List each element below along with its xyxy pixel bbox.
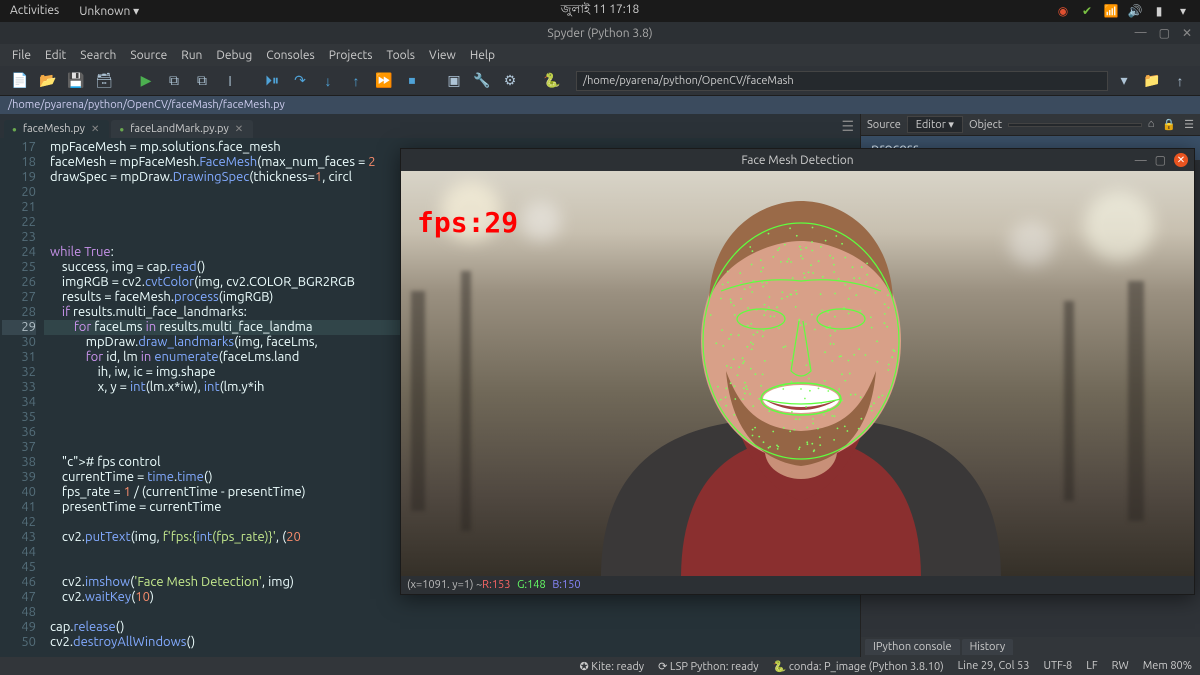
run-button[interactable]: ▶ [134,69,158,93]
clock[interactable]: জুলাই 11 17:18 [561,1,639,21]
step-into-button[interactable]: ↓ [316,69,340,93]
source-label: Source [867,119,901,131]
fps-overlay-text: fps:29 [417,206,518,239]
browse-dir-button[interactable]: 📁 [1140,69,1164,93]
cv-maximize-button[interactable]: ▢ [1155,153,1166,167]
system-menu-icon[interactable]: ▾ [1176,4,1190,18]
breadcrumb[interactable]: /home/pyarena/python/OpenCV/faceMash/fac… [0,96,1200,114]
step-over-button[interactable]: ↷ [288,69,312,93]
menu-search[interactable]: Search [74,47,122,64]
opencv-image: fps:29 [401,171,1194,576]
cv-close-button[interactable]: ✕ [1174,153,1188,167]
source-combo[interactable]: Editor ▾ [907,116,963,133]
menu-consoles[interactable]: Consoles [260,47,320,64]
app-menu[interactable]: Unknown ▾ [79,4,139,18]
right-tab-history[interactable]: History [962,639,1014,655]
opencv-window-title: Face Mesh Detection [741,154,853,167]
right-tab-ipython-console[interactable]: IPython console [865,639,960,655]
menu-view[interactable]: View [423,47,462,64]
parent-dir-button[interactable]: ↑ [1168,69,1192,93]
console-tabs: IPython consoleHistory [861,637,1200,657]
editor-options-icon[interactable]: ☰ [841,118,854,135]
working-directory-input[interactable]: /home/pyarena/python/OpenCV/faceMash [576,71,1108,91]
opencv-status-bar: (x=1091. y=1) ~ R:153 G:148 B:150 [401,576,1194,594]
object-inspector-header: Source Editor ▾ Object ⌂ 🔒 ☰ [861,114,1200,136]
activities-button[interactable]: Activities [10,4,59,18]
opencv-title-bar[interactable]: Face Mesh Detection — ▢ ✕ [401,149,1194,171]
conda-env-status[interactable]: 🐍 conda: P_image (Python 3.8.10) [773,660,944,673]
max-pane-button[interactable]: ▣ [442,69,466,93]
open-file-button[interactable]: 📂 [36,69,60,93]
preferences-button[interactable]: 🔧 [470,69,494,93]
battery-icon[interactable]: ▮ [1152,4,1166,18]
volume-icon[interactable]: 🔊 [1128,4,1142,18]
new-file-button[interactable]: 📄 [8,69,32,93]
chrome-tray-icon[interactable]: ◉ [1056,4,1070,18]
tab-faceLandMark-py-py[interactable]: ●faceLandMark.py.py✕ [111,120,253,138]
memory-status: Mem 80% [1143,660,1192,673]
stop-button[interactable]: ⏹ [400,69,424,93]
cv-minimize-button[interactable]: — [1135,154,1147,167]
opencv-window[interactable]: Face Mesh Detection — ▢ ✕ [400,148,1195,595]
encoding-status[interactable]: UTF-8 [1043,660,1072,673]
menu-source[interactable]: Source [124,47,173,64]
run-selection-button[interactable]: I [218,69,242,93]
menu-edit[interactable]: Edit [39,47,72,64]
save-button[interactable]: 💾 [64,69,88,93]
close-tab-icon[interactable]: ✕ [91,123,99,135]
run-cell-button[interactable]: ⧉ [162,69,186,93]
menu-bar: FileEditSearchSourceRunDebugConsolesProj… [0,44,1200,66]
close-button[interactable]: ✕ [1182,26,1192,40]
wd-dropdown-button[interactable]: ▾ [1112,69,1136,93]
menu-run[interactable]: Run [175,47,208,64]
menu-help[interactable]: Help [464,47,501,64]
menu-file[interactable]: File [6,47,37,64]
face-mesh-svg [401,171,1194,576]
maximize-button[interactable]: ▢ [1159,26,1170,40]
debug-button[interactable]: ⏵⏸ [260,69,284,93]
step-out-button[interactable]: ↑ [344,69,368,93]
python-icon: 🐍 [540,69,564,93]
window-title: Spyder (Python 3.8) [547,27,652,40]
status-bar: ✪ Kite: ready ⟳ LSP Python: ready 🐍 cond… [0,657,1200,675]
lock-icon[interactable]: 🔒 [1162,118,1176,131]
editor-tabs: ●faceMesh.py✕●faceLandMark.py.py✕ [0,114,860,138]
menu-debug[interactable]: Debug [210,47,258,64]
object-combo[interactable] [1008,123,1142,127]
lsp-status[interactable]: ⟳ LSP Python: ready [658,660,759,673]
menu-tools[interactable]: Tools [380,47,421,64]
continue-button[interactable]: ⏩ [372,69,396,93]
tab-faceMesh-py[interactable]: ●faceMesh.py✕ [4,120,109,138]
run-cell-advance-button[interactable]: ⧉ [190,69,214,93]
python-path-button[interactable]: ⚙ [498,69,522,93]
object-label: Object [969,119,1002,131]
kite-status[interactable]: ✪ Kite: ready [580,660,645,673]
minimize-button[interactable]: — [1135,26,1147,40]
wifi-icon[interactable]: 📶 [1104,4,1118,18]
panel-options-icon[interactable]: ☰ [1184,118,1194,131]
os-top-bar: Activities Unknown ▾ জুলাই 11 17:18 ◉ ✔ … [0,0,1200,22]
cursor-position: Line 29, Col 53 [958,660,1030,673]
eol-status[interactable]: LF [1086,660,1097,673]
status-ok-icon[interactable]: ✔ [1080,4,1094,18]
home-icon[interactable]: ⌂ [1148,118,1155,131]
toolbar: 📄 📂 💾 🗃 ▶ ⧉ ⧉ I ⏵⏸ ↷ ↓ ↑ ⏩ ⏹ ▣ 🔧 ⚙ 🐍 /ho… [0,66,1200,96]
menu-projects[interactable]: Projects [323,47,379,64]
save-all-button[interactable]: 🗃 [92,69,116,93]
close-tab-icon[interactable]: ✕ [235,123,243,135]
window-title-bar: Spyder (Python 3.8) — ▢ ✕ [0,22,1200,44]
rw-status: RW [1112,660,1129,673]
